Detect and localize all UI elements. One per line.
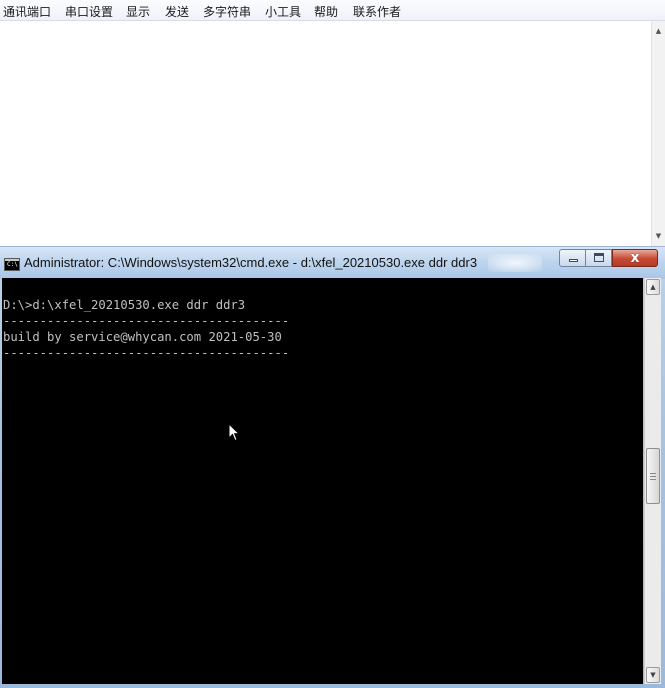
scroll-down-arrow-icon[interactable]: ▼ [652,230,665,242]
console-line: D:\>d:\xfel_20210530.exe ddr ddr3 [3,298,246,312]
scroll-up-arrow-icon[interactable]: ▲ [652,25,665,37]
cmd-icon-label: C:\ [7,261,18,268]
close-button[interactable]: x [612,249,658,267]
menu-item-send[interactable]: 发送 [165,3,189,20]
menu-item-serial-settings[interactable]: 串口设置 [65,3,113,20]
cmd-icon[interactable]: C:\ [4,258,20,271]
cmd-window-title: Administrator: C:\Windows\system32\cmd.e… [24,255,478,270]
minimize-icon [569,259,578,262]
menu-item-display[interactable]: 显示 [126,3,150,20]
title-glow [488,254,542,272]
grip-line [650,476,656,477]
console-line: --------------------------------------- [3,314,290,328]
scroll-down-icon: ▼ [650,671,656,679]
menu-item-comm-port[interactable]: 通讯端口 [3,3,51,20]
menu-item-help[interactable]: 帮助 [314,3,338,20]
grip-line [650,479,656,480]
mouse-cursor-icon [228,423,240,442]
console-scrollbar[interactable]: ▲ ▼ [644,278,661,684]
menu-item-multi-string[interactable]: 多字符串 [203,3,251,20]
scroll-thumb[interactable] [646,448,660,504]
scroll-up-button[interactable]: ▲ [646,279,660,295]
receive-area-scrollbar[interactable]: ▲ ▼ [651,21,665,246]
console-line: --------------------------------------- [3,346,290,360]
cmd-titlebar[interactable]: C:\ Administrator: C:\Windows\system32\c… [0,246,665,279]
menu-bar: 通讯端口 串口设置 显示 发送 多字符串 小工具 帮助 联系作者 [0,0,665,21]
scroll-up-icon: ▲ [650,283,656,291]
close-icon: x [630,250,640,266]
grip-line [650,473,656,474]
menu-item-contact-author[interactable]: 联系作者 [353,3,401,20]
maximize-icon [594,253,604,262]
menu-item-tools[interactable]: 小工具 [265,3,301,20]
console-output[interactable]: D:\>d:\xfel_20210530.exe ddr ddr3 ------… [2,278,643,684]
receive-text-area[interactable] [0,21,665,246]
minimize-button[interactable] [559,249,586,267]
cmd-window: C:\ Administrator: C:\Windows\system32\c… [0,246,665,688]
scroll-down-button[interactable]: ▼ [646,667,660,683]
maximize-button[interactable] [586,249,612,267]
console-line: build by service@whycan.com 2021-05-30 [3,330,282,344]
